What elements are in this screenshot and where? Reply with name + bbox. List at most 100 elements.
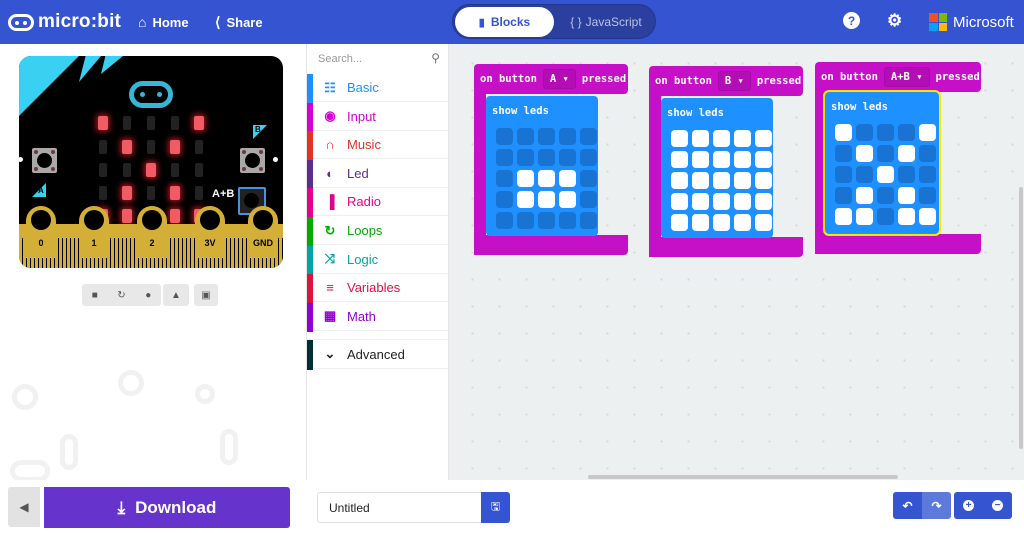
led-toggle[interactable] xyxy=(713,130,730,147)
button-dropdown[interactable]: A+B ▾ xyxy=(883,67,930,87)
led-toggle[interactable] xyxy=(734,151,751,168)
led-toggle[interactable] xyxy=(580,191,597,208)
category-music[interactable]: ∩ Music xyxy=(307,131,450,161)
save-button[interactable]: 🖫 xyxy=(481,492,510,523)
led-toggle[interactable] xyxy=(877,187,894,204)
zoom-in-button[interactable]: + xyxy=(954,492,983,519)
undo-button[interactable]: ↶ xyxy=(893,492,922,519)
show-leds-block[interactable]: show leds xyxy=(661,98,773,238)
led-toggle[interactable] xyxy=(559,212,576,229)
led-toggle[interactable] xyxy=(835,145,852,162)
button-b[interactable] xyxy=(240,148,265,173)
led-toggle[interactable] xyxy=(496,128,513,145)
led-toggle[interactable] xyxy=(538,191,555,208)
led-toggle[interactable] xyxy=(755,151,772,168)
led-toggle[interactable] xyxy=(713,214,730,231)
led-toggle[interactable] xyxy=(692,214,709,231)
tab-javascript[interactable]: { } JavaScript xyxy=(558,7,654,37)
category-logic[interactable]: ⤨ Logic xyxy=(307,245,450,275)
led-toggle[interactable] xyxy=(713,193,730,210)
led-toggle[interactable] xyxy=(496,149,513,166)
led-toggle[interactable] xyxy=(898,166,915,183)
help-icon[interactable]: ? xyxy=(843,12,860,29)
settings-icon[interactable]: ⚙ xyxy=(887,11,902,31)
led-toggle[interactable] xyxy=(580,170,597,187)
led-toggle[interactable] xyxy=(671,151,688,168)
microsoft-logo[interactable]: Microsoft xyxy=(929,13,1014,31)
on-button-pressed-block[interactable]: on button B ▾ pressed xyxy=(649,66,803,96)
toolbox-search[interactable]: Search... ⚲ xyxy=(307,44,450,74)
led-toggle[interactable] xyxy=(877,145,894,162)
pin-0[interactable]: 0 xyxy=(26,206,56,258)
on-button-pressed-block[interactable]: on button A+B ▾ pressed xyxy=(815,62,981,92)
led-toggle[interactable] xyxy=(877,124,894,141)
led-toggle[interactable] xyxy=(517,128,534,145)
pin-2[interactable]: 2 xyxy=(137,206,167,258)
led-toggle[interactable] xyxy=(898,187,915,204)
led-toggle[interactable] xyxy=(559,128,576,145)
led-toggle[interactable] xyxy=(919,166,936,183)
led-toggle[interactable] xyxy=(835,124,852,141)
led-toggle[interactable] xyxy=(671,193,688,210)
led-toggle[interactable] xyxy=(671,172,688,189)
led-toggle[interactable] xyxy=(856,187,873,204)
redo-button[interactable]: ↷ xyxy=(922,492,951,519)
led-toggle[interactable] xyxy=(713,151,730,168)
led-toggle[interactable] xyxy=(671,214,688,231)
led-toggle[interactable] xyxy=(517,149,534,166)
led-toggle[interactable] xyxy=(919,145,936,162)
led-toggle[interactable] xyxy=(692,172,709,189)
led-toggle[interactable] xyxy=(692,130,709,147)
led-toggle[interactable] xyxy=(559,191,576,208)
pin-1[interactable]: 1 xyxy=(79,206,109,258)
led-toggle[interactable] xyxy=(496,191,513,208)
led-toggle[interactable] xyxy=(496,212,513,229)
led-toggle[interactable] xyxy=(755,130,772,147)
button-dropdown[interactable]: B ▾ xyxy=(717,71,751,91)
restart-icon[interactable]: ↻ xyxy=(117,290,125,301)
led-toggle[interactable] xyxy=(538,212,555,229)
led-toggle[interactable] xyxy=(538,170,555,187)
button-a[interactable] xyxy=(32,148,57,173)
led-toggle[interactable] xyxy=(692,193,709,210)
microbit-logo[interactable]: micro:bit xyxy=(8,11,121,33)
category-loops[interactable]: ↻ Loops xyxy=(307,217,450,246)
led-toggle[interactable] xyxy=(671,130,688,147)
horizontal-scrollbar[interactable] xyxy=(588,475,898,479)
led-toggle[interactable] xyxy=(580,149,597,166)
category-advanced[interactable]: ⌄ Advanced xyxy=(307,339,450,370)
category-math[interactable]: ▦ Math xyxy=(307,302,450,332)
pin-gnd[interactable]: GND xyxy=(248,206,278,258)
led-toggle[interactable] xyxy=(734,214,751,231)
led-toggle[interactable] xyxy=(580,128,597,145)
led-toggle[interactable] xyxy=(898,124,915,141)
led-toggle[interactable] xyxy=(898,145,915,162)
led-toggle[interactable] xyxy=(835,187,852,204)
led-toggle[interactable] xyxy=(755,172,772,189)
led-toggle[interactable] xyxy=(517,212,534,229)
download-button[interactable]: ⤓ Download xyxy=(44,487,290,528)
led-toggle[interactable] xyxy=(517,191,534,208)
led-toggle[interactable] xyxy=(856,208,873,225)
category-basic[interactable]: ☷ Basic xyxy=(307,74,450,103)
project-name-input[interactable] xyxy=(317,492,482,523)
mute-button[interactable]: ▲ xyxy=(163,284,189,306)
led-toggle[interactable] xyxy=(559,149,576,166)
led-toggle[interactable] xyxy=(559,170,576,187)
led-toggle[interactable] xyxy=(856,145,873,162)
led-toggle[interactable] xyxy=(919,124,936,141)
led-toggle[interactable] xyxy=(538,128,555,145)
category-input[interactable]: ◉ Input xyxy=(307,102,450,132)
led-toggle[interactable] xyxy=(580,212,597,229)
search-icon[interactable]: ⚲ xyxy=(431,51,440,65)
category-led[interactable]: ◐ Led xyxy=(307,159,450,189)
led-toggle[interactable] xyxy=(692,151,709,168)
led-toggle[interactable] xyxy=(856,124,873,141)
button-dropdown[interactable]: A ▾ xyxy=(542,69,576,89)
tab-blocks[interactable]: ▮ Blocks xyxy=(455,7,554,37)
led-toggle[interactable] xyxy=(919,187,936,204)
fullscreen-button[interactable]: ▣ xyxy=(194,284,218,306)
collapse-simulator-button[interactable]: ◀ xyxy=(8,487,40,527)
home-button[interactable]: ⌂ Home xyxy=(138,14,189,30)
led-toggle[interactable] xyxy=(734,193,751,210)
